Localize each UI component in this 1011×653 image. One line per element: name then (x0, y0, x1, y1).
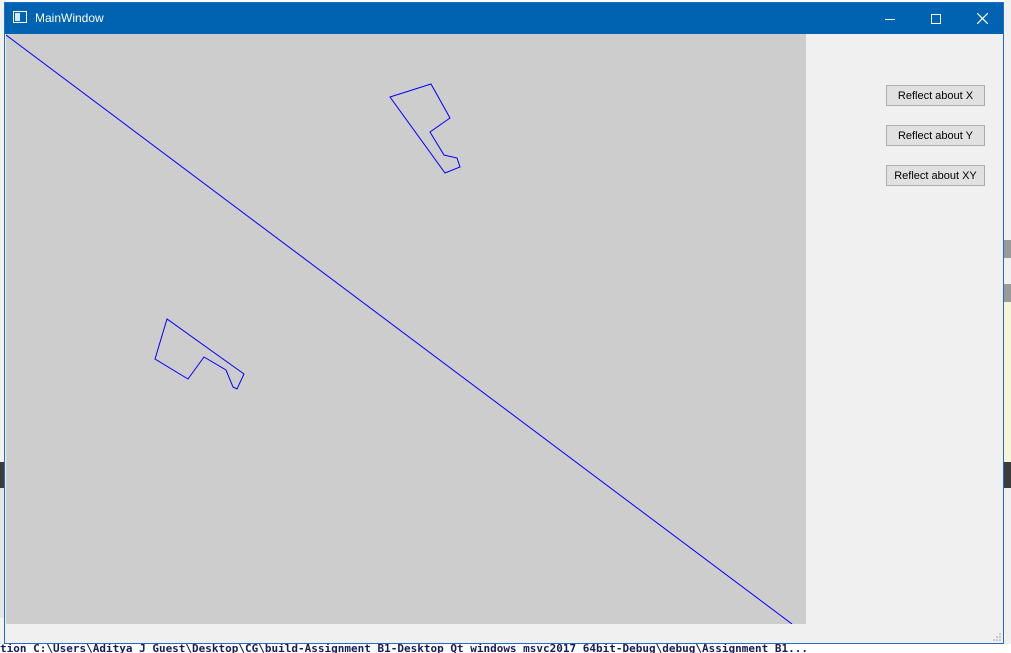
reflect-about-xy-button[interactable]: Reflect about XY (886, 165, 985, 186)
maximize-button[interactable] (913, 3, 959, 34)
canvas-drawing (6, 34, 793, 624)
resize-grip-icon[interactable] (993, 633, 1001, 641)
background-terminal-text: tion C:\Users\Aditya J Guest\Desktop\CG\… (0, 644, 1011, 653)
main-window: MainWindow Reflect about X Reflect about… (4, 2, 1004, 644)
close-button[interactable] (959, 3, 1005, 34)
background-gray-bar (1004, 284, 1011, 302)
reflected-polygon (154, 318, 245, 390)
window-title: MainWindow (35, 11, 104, 25)
minimize-icon (885, 18, 895, 20)
title-bar[interactable]: MainWindow (5, 3, 1003, 34)
drawing-canvas[interactable] (6, 34, 806, 624)
reflect-about-x-button[interactable]: Reflect about X (886, 85, 985, 106)
reflect-about-y-button[interactable]: Reflect about Y (886, 125, 985, 146)
background-window-right (1004, 0, 1011, 653)
original-polygon (389, 83, 461, 174)
reflection-line (6, 34, 793, 624)
minimize-button[interactable] (867, 3, 913, 34)
background-gray-bar (1004, 240, 1011, 258)
background-yellow-band (1004, 302, 1011, 462)
background-dark-bar (1004, 462, 1011, 488)
maximize-icon (931, 13, 941, 24)
close-icon (976, 13, 988, 24)
app-window-icon (13, 11, 27, 23)
